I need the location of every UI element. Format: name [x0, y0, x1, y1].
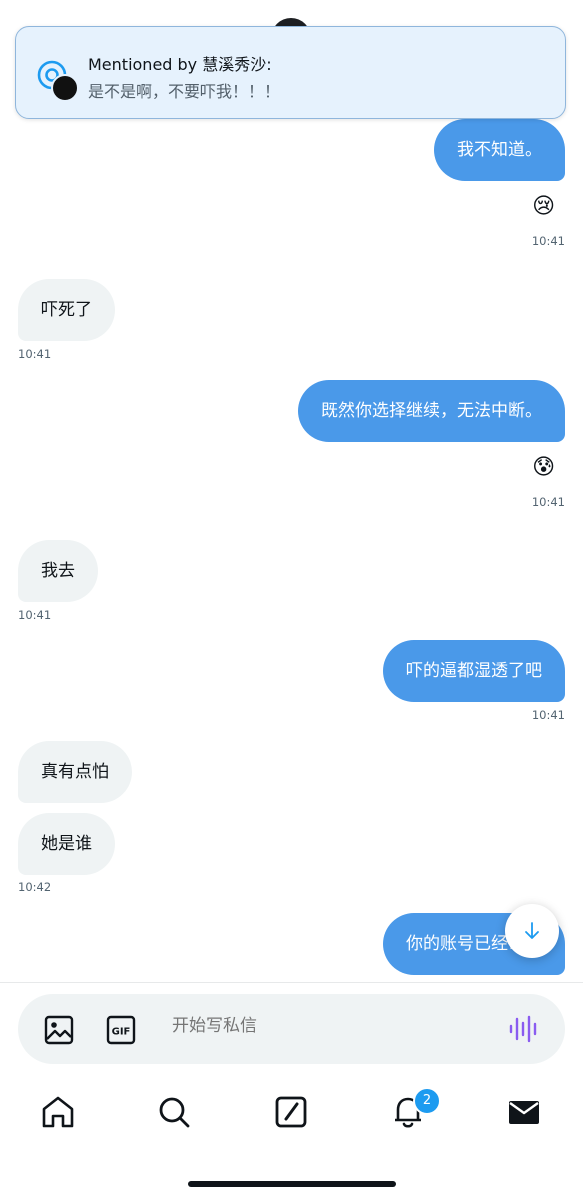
message-composer: GIF — [18, 994, 565, 1064]
mention-user-avatar — [51, 74, 79, 102]
message-timestamp: 10:41 — [531, 495, 565, 509]
notification-message: 是不是啊，不要吓我！！！ — [88, 82, 281, 101]
messages-icon[interactable] — [506, 1094, 542, 1130]
outgoing-message[interactable]: 吓的逼都湿透了吧 — [383, 640, 565, 702]
composer-divider — [0, 982, 583, 983]
message-timestamp: 10:41 — [18, 608, 52, 622]
reaction-crying-emoji[interactable]: 😢 — [532, 193, 555, 221]
gif-label: GIF — [112, 1027, 131, 1038]
message-timestamp: 10:41 — [531, 708, 565, 722]
compose-icon[interactable] — [273, 1094, 309, 1130]
incoming-message[interactable]: 我去 — [18, 540, 98, 602]
voice-waveform-icon[interactable] — [508, 1014, 540, 1044]
home-indicator — [188, 1181, 396, 1187]
notification-badge: 2 — [413, 1087, 441, 1115]
home-icon[interactable] — [40, 1094, 76, 1130]
message-timestamp: 10:41 — [18, 347, 52, 361]
message-timestamp: 10:41 — [531, 234, 565, 248]
scroll-to-bottom-button[interactable] — [505, 904, 559, 958]
reaction-anxious-emoji[interactable]: 😰 — [532, 454, 555, 482]
arrow-down-icon — [525, 922, 539, 939]
mention-notification[interactable]: Mentioned by 慧溪秀沙: 是不是啊，不要吓我！！！ — [15, 26, 566, 119]
gif-icon[interactable]: GIF — [106, 1015, 136, 1045]
incoming-message[interactable]: 真有点怕 — [18, 741, 132, 803]
incoming-message[interactable]: 她是谁 — [18, 813, 115, 875]
notification-title: Mentioned by 慧溪秀沙: — [88, 55, 272, 74]
outgoing-message[interactable]: 我不知道。 — [434, 119, 565, 181]
message-input[interactable] — [172, 1016, 472, 1036]
message-timestamp: 10:42 — [18, 880, 52, 894]
outgoing-message[interactable]: 既然你选择继续，无法中断。 — [298, 380, 565, 442]
incoming-message[interactable]: 吓死了 — [18, 279, 115, 341]
image-icon[interactable] — [44, 1015, 74, 1045]
search-icon[interactable] — [156, 1094, 192, 1130]
